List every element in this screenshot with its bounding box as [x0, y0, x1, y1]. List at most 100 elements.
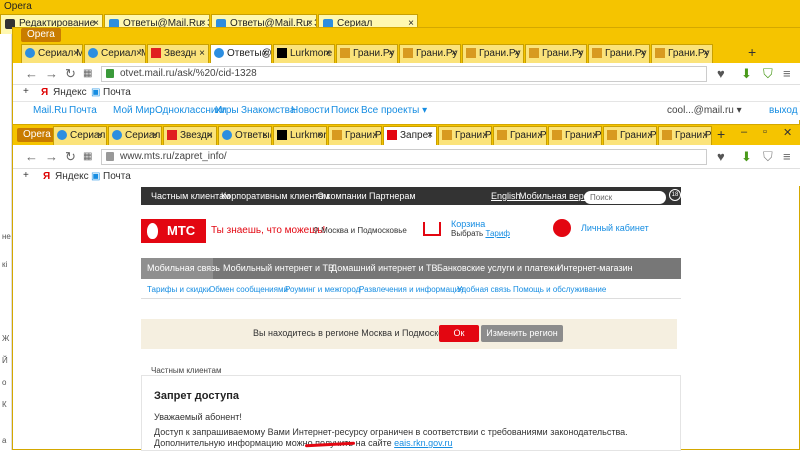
minimize-icon[interactable]: –	[741, 126, 747, 138]
submenu-messaging[interactable]: Обмен сообщениями	[209, 285, 288, 294]
close-tab-icon[interactable]: ×	[702, 127, 708, 144]
tab-item[interactable]: Сериал 'М×	[84, 44, 146, 63]
menu-mobile[interactable]: Мобильная связь	[147, 263, 220, 273]
shield-icon[interactable]: ⛉	[763, 149, 773, 165]
close-tab-icon[interactable]: ×	[482, 127, 488, 144]
cabinet-link[interactable]: Личный кабинет	[581, 223, 649, 233]
tab-item[interactable]: Сериал 'М×	[53, 126, 107, 145]
topnav-corporate[interactable]: Корпоративным клиентам	[221, 191, 330, 201]
menu-home-internet[interactable]: Домашний интернет и ТВ	[331, 263, 438, 273]
close-tab-icon[interactable]: ×	[136, 45, 142, 62]
bookmark-mail[interactable]: Почта	[103, 171, 131, 182]
close-tab-icon[interactable]: ×	[451, 45, 457, 62]
ok-button[interactable]: Ок	[439, 325, 479, 342]
maximize-icon[interactable]: ▫	[763, 126, 767, 138]
tab-item[interactable]: Сериал М ×	[21, 44, 83, 63]
close-window-icon[interactable]: ✕	[783, 126, 792, 139]
nav-dating[interactable]: Знакомства	[241, 105, 295, 116]
submenu-help[interactable]: Помощь и обслуживание	[513, 285, 606, 294]
menu-mobile-internet[interactable]: Мобильный интернет и ТВ	[223, 263, 334, 273]
opera-menu-button[interactable]: Opera	[17, 128, 57, 142]
topnav-private[interactable]: Частным клиентам	[151, 191, 230, 201]
reload-icon[interactable]: ↻	[65, 66, 76, 82]
shield-icon[interactable]: ⛉	[763, 66, 773, 82]
new-tab-icon[interactable]: +	[748, 44, 756, 60]
close-tab-icon[interactable]: ×	[647, 127, 653, 144]
submenu-convenient[interactable]: Удобная связь	[457, 285, 511, 294]
add-bookmark-icon[interactable]: +	[23, 86, 29, 97]
tab-item[interactable]: Lurkmore×	[273, 44, 335, 63]
breadcrumb[interactable]: Частным клиентам	[151, 366, 221, 375]
address-field[interactable]: otvet.mail.ru/ask/%20/cid-1328	[101, 66, 707, 82]
forward-icon[interactable]: →	[45, 66, 58, 81]
region-selector[interactable]: ⚲ Москва и Подмосковье	[313, 226, 407, 235]
heart-icon[interactable]: ♥	[717, 66, 725, 81]
logout-link[interactable]: выход	[769, 105, 798, 116]
change-region-button[interactable]: Изменить регион	[481, 325, 563, 342]
menu-icon[interactable]: ≡	[783, 149, 791, 164]
tab-item[interactable]: Звездн ×	[163, 126, 217, 145]
tab-item[interactable]: Грани.Ру×	[651, 44, 713, 63]
basket-icon[interactable]	[423, 222, 441, 236]
tab-item[interactable]: Сериал 'М×	[108, 126, 162, 145]
tab-item-active[interactable]: Ответы@ ×	[210, 44, 272, 63]
nav-games[interactable]: Игры	[215, 105, 239, 116]
close-tab-icon[interactable]: ×	[592, 127, 598, 144]
bookmark-yandex[interactable]: Яндекс	[55, 171, 89, 182]
opera-menu-button[interactable]: Opera	[21, 28, 61, 42]
close-tab-icon[interactable]: ×	[388, 45, 394, 62]
reload-icon[interactable]: ↻	[65, 149, 76, 165]
tab-item[interactable]: Грани.Ру×	[525, 44, 587, 63]
address-field[interactable]: www.mts.ru/zapret_info/	[101, 149, 707, 165]
menu-icon[interactable]: ≡	[783, 66, 791, 81]
submenu-entertainment[interactable]: Развлечения и информация	[359, 285, 463, 294]
close-tab-icon[interactable]: ×	[640, 45, 646, 62]
forward-icon[interactable]: →	[45, 149, 58, 164]
close-tab-icon[interactable]: ×	[325, 45, 331, 62]
close-tab-icon[interactable]: ×	[577, 45, 583, 62]
tab-item[interactable]: Грани.Ру×	[493, 126, 547, 145]
cabinet-icon[interactable]	[553, 219, 571, 237]
nav-mailru[interactable]: Mail.Ru	[33, 105, 67, 116]
mts-logo[interactable]: МТС	[141, 219, 206, 243]
close-tab-icon[interactable]: ×	[97, 127, 103, 144]
download-icon[interactable]: ⬇	[741, 149, 752, 165]
tab-item[interactable]: Грани.Ру×	[548, 126, 602, 145]
back-icon[interactable]: ←	[25, 66, 38, 81]
close-tab-icon[interactable]: ×	[372, 127, 378, 144]
close-tab-icon[interactable]: ×	[317, 127, 323, 144]
tab-item[interactable]: Грани.Ру×	[328, 126, 382, 145]
topnav-partners[interactable]: Партнерам	[369, 191, 416, 201]
tab-item-active[interactable]: Запрет ×	[383, 126, 437, 145]
nav-mymir[interactable]: Мой Мир	[113, 105, 155, 116]
tab-item[interactable]: Грани.Ру×	[336, 44, 398, 63]
new-tab-icon[interactable]: +	[717, 126, 725, 142]
tab-item[interactable]: Грани.Ру×	[588, 44, 650, 63]
opera-menu-label[interactable]: Opera	[4, 1, 32, 12]
basket-link[interactable]: Корзина	[451, 219, 485, 229]
topnav-about[interactable]: О компании	[317, 191, 367, 201]
back-icon[interactable]: ←	[25, 149, 38, 164]
bookmark-mail[interactable]: Почта	[103, 87, 131, 98]
close-tab-icon[interactable]: ×	[514, 45, 520, 62]
submenu-tariffs[interactable]: Тарифы и скидки	[147, 285, 211, 294]
user-email[interactable]: cool...@mail.ru ▾	[667, 105, 742, 116]
close-tab-icon[interactable]: ×	[537, 127, 543, 144]
nav-search[interactable]: Поиск	[331, 105, 359, 116]
tab-item[interactable]: Грани.Ру×	[438, 126, 492, 145]
close-tab-icon[interactable]: ×	[703, 45, 709, 62]
close-tab-icon[interactable]: ×	[207, 127, 213, 144]
add-bookmark-icon[interactable]: +	[23, 170, 29, 181]
tariff-link[interactable]: Тариф	[485, 229, 509, 238]
english-link[interactable]: English	[491, 191, 521, 201]
close-tab-icon[interactable]: ×	[262, 45, 268, 62]
bookmark-yandex[interactable]: Яндекс	[53, 87, 87, 98]
search-icon[interactable]: ⌕	[654, 190, 659, 201]
close-tab-icon[interactable]: ×	[262, 127, 268, 144]
menu-shop[interactable]: Интернет-магазин	[557, 263, 633, 273]
rkn-link[interactable]: eais.rkn.gov.ru	[394, 438, 452, 448]
close-tab-icon[interactable]: ×	[152, 127, 158, 144]
tab-item[interactable]: Lurkmore×	[273, 126, 327, 145]
close-tab-icon[interactable]: ×	[73, 45, 79, 62]
tab-item[interactable]: Грани.Ру×	[658, 126, 712, 145]
